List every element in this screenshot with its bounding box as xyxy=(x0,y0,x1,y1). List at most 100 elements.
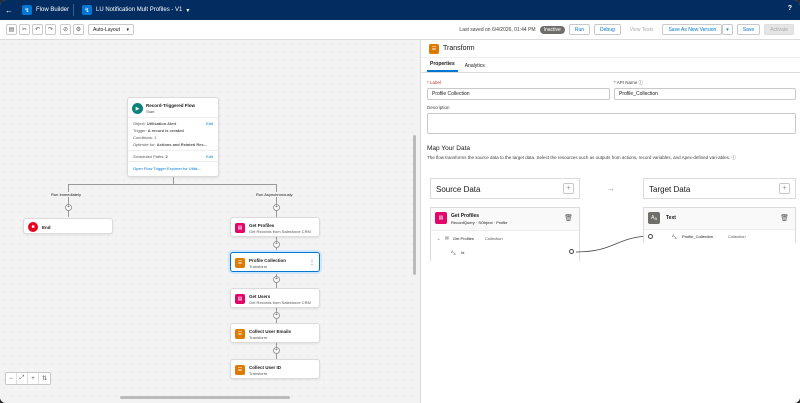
target-card: Aa Text 🗑 Aa Profile_Collection Collecti… xyxy=(643,207,796,244)
add-element-button[interactable]: + xyxy=(65,204,72,211)
flow-node-get-users[interactable]: ▤ Get Users Get Records from Salesforce … xyxy=(230,288,320,308)
tab-properties[interactable]: Properties xyxy=(427,61,458,72)
optimize-value: Actions and Related Rec... xyxy=(156,142,208,147)
transform-icon: ☰ xyxy=(235,365,245,375)
target-connector-dot[interactable] xyxy=(648,234,653,239)
node-sub: Transform xyxy=(249,335,268,340)
connector xyxy=(68,184,276,185)
api-name-field-label: * API Name ⓘ xyxy=(614,80,643,86)
panel-tabs: Properties Analytics xyxy=(421,58,800,73)
target-field[interactable]: Profile_Collection xyxy=(682,234,713,239)
add-element-button[interactable]: + xyxy=(273,347,280,354)
info-icon[interactable]: ⓘ xyxy=(731,155,736,160)
add-element-button[interactable]: + xyxy=(273,312,280,319)
zoom-out-icon[interactable]: − xyxy=(6,373,17,384)
scheduled-value: 2 xyxy=(165,154,168,159)
back-icon[interactable]: ← xyxy=(0,6,18,15)
end-label: End xyxy=(42,225,51,230)
view-tests-button[interactable]: View Tests xyxy=(624,24,659,35)
gear-icon[interactable]: ⚙ xyxy=(73,24,84,35)
collection-icon: ▤ xyxy=(445,235,449,240)
status-badge: Inactive xyxy=(539,25,565,34)
horizontal-scrollbar[interactable] xyxy=(120,396,290,399)
label-input[interactable]: Profile Collection xyxy=(427,88,610,100)
properties-panel: ☰ Transform Properties Analytics * Label… xyxy=(420,40,800,403)
node-title: Get Profiles xyxy=(249,223,275,228)
edit-scheduled-link[interactable]: Edit xyxy=(206,154,213,159)
description-textarea[interactable] xyxy=(427,113,796,134)
panel-header: ☰ Transform xyxy=(421,40,800,58)
source-child-type: Collection xyxy=(485,236,503,241)
cut-icon[interactable]: ✂ xyxy=(19,24,30,35)
zoom-controls: − ⤢ + ⇅ xyxy=(5,372,51,385)
flow-node-collect-user-emails[interactable]: ☰ Collect User Emails Transform xyxy=(230,323,320,343)
add-element-button[interactable]: + xyxy=(273,241,280,248)
layout-select[interactable]: Auto-Layout ▾ xyxy=(88,24,134,35)
debug-button[interactable]: Debug xyxy=(594,24,621,35)
target-data-title: Target Data xyxy=(649,185,691,194)
add-element-button[interactable]: + xyxy=(273,276,280,283)
info-icon[interactable]: ⓘ xyxy=(639,80,644,85)
trigger-explorer-link[interactable]: Open Flow Trigger Explorer for Utilis... xyxy=(133,166,201,171)
source-card: ▤ Get Profiles RecordQuery · SObject · P… xyxy=(430,207,580,262)
add-element-button[interactable]: + xyxy=(273,204,280,211)
errors-icon[interactable]: ⊘ xyxy=(60,24,71,35)
zoom-in-icon[interactable]: + xyxy=(28,373,39,384)
flow-canvas[interactable]: ▶ Record-Triggered Flow Start Object: Ut… xyxy=(0,40,418,403)
arrow-right-icon: → xyxy=(606,183,615,193)
node-title: Collect User ID xyxy=(249,365,282,370)
chevron-down-icon[interactable]: ⌄ xyxy=(437,236,440,241)
flow-name[interactable]: LU Notification Mult Profiles - V1 xyxy=(96,7,182,13)
toggle-panel-icon[interactable]: ▤ xyxy=(6,24,17,35)
label-field-label: * Label xyxy=(427,80,442,85)
source-connector-dot[interactable] xyxy=(569,249,574,254)
source-tree: ⌄ ▤ Get Profiles Collection Aa Id xyxy=(431,230,579,262)
flow-builder-icon: ↯ xyxy=(22,5,32,15)
start-title: Record-Triggered Flow xyxy=(146,103,196,108)
get-records-icon: ▤ xyxy=(235,223,245,233)
source-data-header: Source Data + xyxy=(430,178,580,199)
add-source-button[interactable]: + xyxy=(563,183,574,194)
flow-node-get-profiles[interactable]: ▤ Get Profiles Get Records from Salesfor… xyxy=(230,217,320,237)
add-target-button[interactable]: + xyxy=(779,183,790,194)
trash-icon[interactable]: 🗑 xyxy=(564,214,573,222)
fit-view-icon[interactable]: ⤢ xyxy=(17,373,28,384)
source-field[interactable]: Id xyxy=(461,250,464,255)
tab-analytics[interactable]: Analytics xyxy=(462,63,488,72)
redo-icon[interactable]: ↷ xyxy=(45,24,56,35)
description-label: Description xyxy=(427,105,450,110)
connector xyxy=(68,184,69,217)
flow-node-profile-collection[interactable]: ☰ Profile Collection Transform ⋮ xyxy=(230,252,320,272)
help-icon[interactable]: ? xyxy=(788,5,792,12)
app-window: ← ↯ Flow Builder ↯ LU Notification Mult … xyxy=(0,0,800,403)
optimize-row: Optimize for: Actions and Related Rec... xyxy=(133,142,207,147)
api-name-input[interactable]: Profile_Collection xyxy=(614,88,796,100)
start-node[interactable]: ▶ Record-Triggered Flow Start Object: Ut… xyxy=(127,97,219,177)
target-data-header: Target Data + xyxy=(643,178,796,199)
run-button[interactable]: Run xyxy=(568,24,591,35)
save-menu-chevron-icon[interactable]: ▾ xyxy=(722,24,733,35)
transform-icon: ☰ xyxy=(235,258,245,268)
map-data-title: Map Your Data xyxy=(427,145,471,152)
source-child: Get Profiles xyxy=(453,236,474,241)
trash-icon[interactable]: 🗑 xyxy=(780,214,789,222)
end-node[interactable]: ■ End xyxy=(23,218,113,234)
vertical-scrollbar[interactable] xyxy=(413,135,416,275)
scheduled-row: Scheduled Paths: 2 xyxy=(133,154,168,159)
flow-node-collect-user-id[interactable]: ☰ Collect User ID Transform xyxy=(230,359,320,379)
target-title: Text xyxy=(666,215,676,221)
map-data-desc-text: The flow transforms the source data to t… xyxy=(427,155,731,160)
toolbar: ▤ ✂ ↶ ↷ ⊘ ⚙ Auto-Layout ▾ Last saved on … xyxy=(0,20,800,40)
activate-button[interactable]: Activate xyxy=(764,24,794,35)
chevron-down-icon[interactable]: ▾ xyxy=(186,7,189,14)
edit-object-link[interactable]: Edit xyxy=(206,121,213,126)
source-title: Get Profiles xyxy=(451,213,480,219)
node-sub: Get Records from Salesforce CRM xyxy=(249,229,311,234)
reset-zoom-icon[interactable]: ⇅ xyxy=(39,373,50,384)
save-as-new-version-button[interactable]: Save As New Version xyxy=(662,24,723,35)
top-bar: ← ↯ Flow Builder ↯ LU Notification Mult … xyxy=(0,0,800,20)
transform-icon: ☰ xyxy=(429,43,439,54)
undo-icon[interactable]: ↶ xyxy=(32,24,43,35)
more-actions-icon[interactable]: ⋮ xyxy=(309,259,315,266)
save-button[interactable]: Save xyxy=(736,24,761,35)
